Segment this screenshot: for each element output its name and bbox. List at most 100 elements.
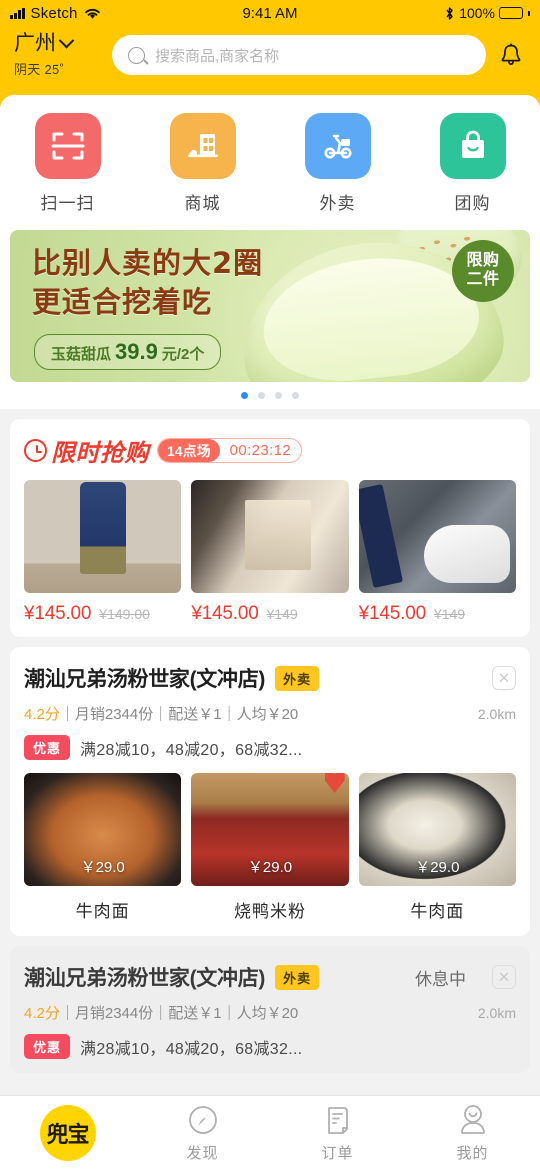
tab-label: 订单 bbox=[321, 1144, 354, 1162]
flash-sale-timer: 14点场 00:23:12 bbox=[157, 438, 303, 463]
tab-label: 发现 bbox=[186, 1144, 219, 1162]
close-icon[interactable] bbox=[492, 666, 516, 690]
banner-line-2: 更适合挖着吃 bbox=[32, 284, 213, 319]
banner-headline: 比别人卖的大2圈 更适合挖着吃 bbox=[32, 244, 263, 322]
shop-distance: 2.0km bbox=[477, 705, 516, 722]
shop-card[interactable]: 潮汕兄弟汤粉世家(文冲店) 外卖 4.2分 ｜月销2344份｜配送￥1｜人均￥2… bbox=[10, 647, 530, 936]
banner-dot[interactable] bbox=[275, 392, 282, 399]
flash-sale-title-group: 限时抢购 bbox=[24, 433, 149, 468]
flash-sale-item[interactable]: ¥145.00 ¥149 bbox=[358, 480, 516, 625]
category-item-scan[interactable]: 扫一扫 bbox=[0, 113, 135, 214]
promo-badge: 优惠 bbox=[24, 1034, 71, 1059]
purchase-limit-badge: 限购 二件 bbox=[452, 240, 514, 302]
shop-name: 潮汕兄弟汤粉世家(文冲店) bbox=[24, 668, 266, 691]
location-selector[interactable]: 广州 阴天 25˚ bbox=[14, 31, 102, 78]
clock-icon bbox=[24, 439, 47, 462]
dish-price: ￥29.0 bbox=[247, 859, 293, 876]
shop-type-badge: 外卖 bbox=[275, 665, 320, 691]
tab-discover[interactable]: 发现 bbox=[135, 1103, 270, 1163]
dish-name: 牛肉面 bbox=[75, 902, 130, 921]
promo-text: 满28减10，48减20，68减32... bbox=[80, 741, 303, 759]
shop-meta-info: ｜月销2344份｜配送￥1｜人均￥20 bbox=[59, 1005, 299, 1022]
search-row: 广州 阴天 25˚ 搜索商品,商家名称 bbox=[0, 26, 540, 84]
limit-line-2: 二件 bbox=[466, 271, 500, 288]
dish-item[interactable]: ￥29.0 烧鸭米粉 bbox=[191, 773, 349, 922]
scan-qr-icon bbox=[34, 113, 101, 179]
tab-home[interactable]: 兜宝 bbox=[0, 1104, 135, 1161]
walk-in-closet-photo bbox=[191, 480, 349, 593]
shop-card-closed[interactable]: 潮汕兄弟汤粉世家(文冲店) 外卖 休息中 4.2分 ｜月销2344份｜配送￥1｜… bbox=[10, 946, 530, 1073]
promo-badge: 优惠 bbox=[24, 735, 71, 760]
shop-type-badge: 外卖 bbox=[275, 964, 320, 990]
promo-banner-section: 比别人卖的大2圈 更适合挖着吃 玉菇甜瓜 39.9 元/2个 限购 二件 bbox=[0, 224, 540, 409]
flash-price-row: ¥145.00 ¥149 bbox=[359, 603, 516, 625]
dish-grid: ￥29.0 牛肉面 ￥29.0 烧鸭米粉 ￥29.0 牛肉面 bbox=[24, 773, 516, 922]
flash-sale-item[interactable]: ¥145.00 ¥149 bbox=[191, 480, 349, 625]
beef-noodle-bowl-photo: ￥29.0 bbox=[358, 773, 516, 886]
dish-item[interactable]: ￥29.0 牛肉面 bbox=[358, 773, 516, 922]
shop-promo-row: 优惠 满28减10，48减20，68减32... bbox=[24, 735, 516, 760]
city-label: 广州 bbox=[14, 31, 56, 55]
category-label: 扫一扫 bbox=[40, 194, 95, 213]
promo-banner[interactable]: 比别人卖的大2圈 更适合挖着吃 玉菇甜瓜 39.9 元/2个 限购 二件 bbox=[10, 230, 530, 382]
category-label: 团购 bbox=[454, 194, 491, 213]
dish-item[interactable]: ￥29.0 牛肉面 bbox=[24, 773, 182, 922]
search-icon bbox=[128, 46, 145, 64]
tab-profile[interactable]: 我的 bbox=[405, 1103, 540, 1163]
category-item-groupbuy[interactable]: 团购 bbox=[405, 113, 540, 214]
close-icon[interactable] bbox=[492, 965, 516, 989]
store-building-icon bbox=[169, 113, 236, 179]
signal-bars-icon bbox=[10, 7, 25, 19]
order-document-icon bbox=[327, 1106, 348, 1134]
flash-sale-price: ¥145.00 bbox=[24, 603, 92, 624]
tab-label: 我的 bbox=[456, 1144, 489, 1162]
flash-sale-title: 限时抢购 bbox=[51, 440, 149, 467]
search-bar[interactable]: 搜索商品,商家名称 bbox=[112, 35, 486, 75]
delivery-scooter-icon bbox=[304, 113, 371, 179]
category-label: 商城 bbox=[184, 194, 221, 213]
status-bar-right: 100% bbox=[444, 5, 530, 21]
white-sneakers-photo bbox=[358, 480, 516, 593]
banner-pagination-dots[interactable] bbox=[10, 382, 530, 409]
banner-price-unit: 元/2个 bbox=[161, 346, 205, 363]
beef-noodle-soup-photo: ￥29.0 bbox=[24, 773, 182, 886]
status-bar: Sketch 9:41 AM 100% bbox=[0, 0, 540, 26]
flash-original-price: ¥149.00 bbox=[99, 606, 150, 622]
shop-promo-row: 优惠 满28减10，48减20，68减32... bbox=[24, 1034, 516, 1059]
location-city-row[interactable]: 广州 bbox=[14, 31, 102, 55]
search-placeholder: 搜索商品,商家名称 bbox=[155, 47, 280, 65]
roast-duck-rice-noodle-photo: ￥29.0 bbox=[191, 773, 349, 886]
battery-full-icon bbox=[499, 7, 523, 19]
banner-line-1: 比别人卖的大2圈 bbox=[32, 246, 264, 280]
flash-sale-header: 限时抢购 14点场 00:23:12 bbox=[24, 433, 516, 468]
bottom-tab-bar: 兜宝 发现 订单 我的 bbox=[0, 1095, 540, 1169]
bell-icon bbox=[501, 43, 521, 66]
notification-button[interactable] bbox=[496, 40, 526, 70]
shop-rating: 4.2分 bbox=[24, 1005, 60, 1022]
category-item-takeout[interactable]: 外卖 bbox=[270, 113, 405, 214]
banner-dot[interactable] bbox=[258, 392, 265, 399]
limit-line-1: 限购 bbox=[466, 252, 500, 270]
shop-name: 潮汕兄弟汤粉世家(文冲店) bbox=[24, 967, 266, 990]
shopping-bag-icon bbox=[439, 113, 506, 179]
promo-text: 满28减10，48减20，68减32... bbox=[80, 1040, 303, 1058]
bluetooth-icon bbox=[446, 6, 453, 20]
shop-rating: 4.2分 bbox=[24, 706, 60, 723]
banner-dot-active[interactable] bbox=[241, 392, 248, 399]
tab-orders[interactable]: 订单 bbox=[270, 1103, 405, 1163]
main-scroll-area[interactable]: 扫一扫 商城 外卖 团购 比别人卖的大2圈 更适合挖着吃 玉菇甜瓜 39.9 元… bbox=[0, 95, 540, 1169]
shop-meta-row: 4.2分 ｜月销2344份｜配送￥1｜人均￥20 2.0km bbox=[24, 703, 516, 724]
category-shortcuts: 扫一扫 商城 外卖 团购 bbox=[0, 95, 540, 224]
banner-dot[interactable] bbox=[292, 392, 299, 399]
banner-product-name: 玉菇甜瓜 bbox=[51, 346, 112, 363]
category-label: 外卖 bbox=[319, 194, 356, 213]
flash-sale-item[interactable]: ¥145.00 ¥149.00 bbox=[24, 480, 182, 625]
flash-sale-countdown: 00:23:12 bbox=[229, 442, 292, 459]
dish-price: ￥29.0 bbox=[80, 859, 125, 876]
flash-sale-session: 14点场 bbox=[158, 439, 220, 462]
flash-sale-grid: ¥145.00 ¥149.00 ¥145.00 ¥149 ¥145.00 ¥14… bbox=[24, 480, 516, 625]
chevron-down-icon bbox=[58, 32, 75, 48]
category-item-mall[interactable]: 商城 bbox=[135, 113, 270, 214]
dish-name: 烧鸭米粉 bbox=[233, 902, 306, 921]
banner-price-pill: 玉菇甜瓜 39.9 元/2个 bbox=[34, 334, 222, 370]
